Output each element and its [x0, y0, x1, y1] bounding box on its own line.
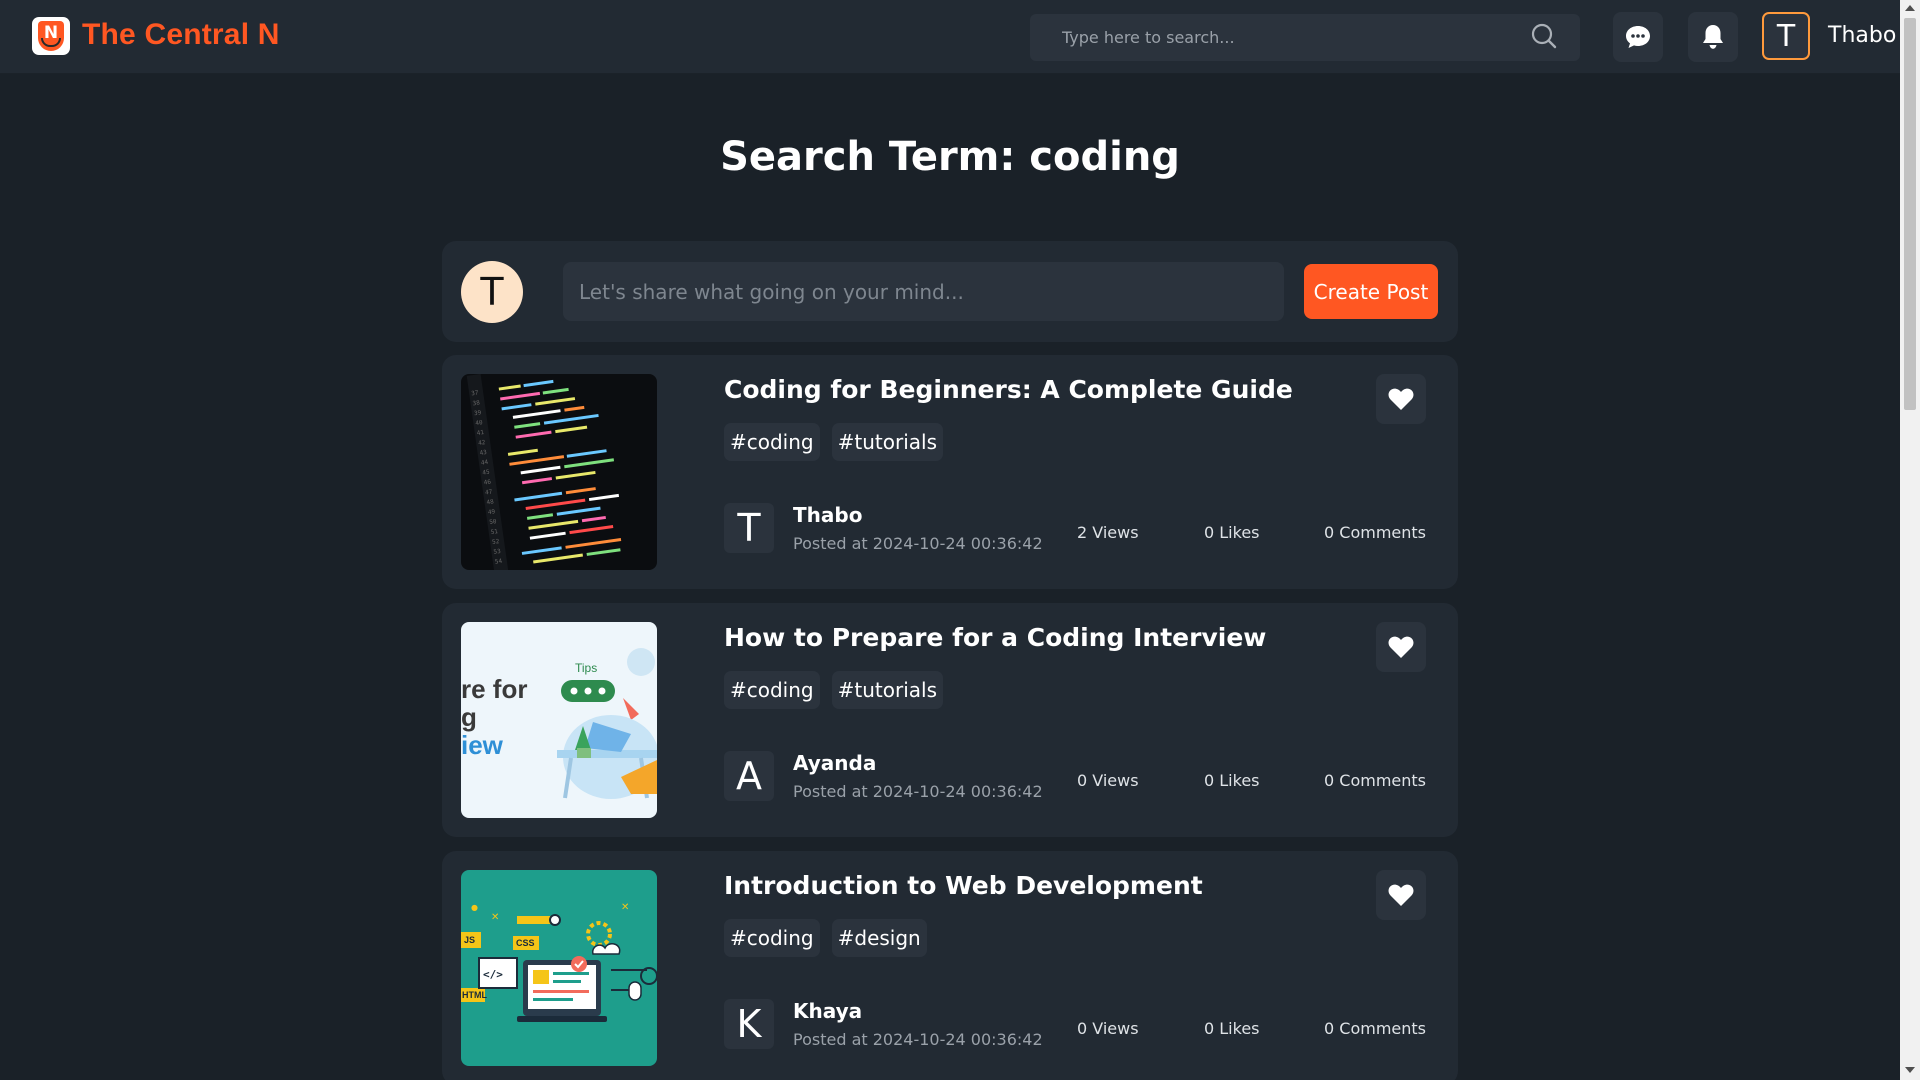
- views-count: 2 Views: [1077, 523, 1139, 542]
- tag-list: #coding #tutorials: [724, 423, 943, 461]
- search-input[interactable]: [1030, 14, 1510, 61]
- svg-text:49: 49: [487, 508, 496, 516]
- post-title[interactable]: Coding for Beginners: A Complete Guide: [724, 375, 1293, 404]
- posted-at: Posted at 2024-10-24 00:36:42: [793, 534, 1043, 553]
- svg-text:iew: iew: [461, 730, 504, 760]
- likes-count: 0 Likes: [1204, 1019, 1260, 1038]
- comments-count[interactable]: 0 Comments: [1324, 523, 1426, 542]
- svg-text:50: 50: [489, 518, 498, 526]
- svg-text:51: 51: [490, 528, 499, 536]
- page-title: Search Term: coding: [720, 134, 1180, 180]
- tag[interactable]: #tutorials: [831, 671, 943, 709]
- svg-text:</>: </>: [483, 968, 503, 981]
- heart-icon: [1388, 884, 1414, 906]
- likes-count: 0 Likes: [1204, 771, 1260, 790]
- svg-text:✕: ✕: [621, 902, 629, 913]
- author-name[interactable]: Ayanda: [793, 751, 876, 775]
- like-button[interactable]: [1376, 870, 1426, 920]
- scroll-down-icon[interactable]: [1905, 1067, 1915, 1073]
- post-card[interactable]: JS CSS HTML </> ✕ ✕ ● Introduction to We…: [442, 851, 1458, 1080]
- scroll-thumb[interactable]: [1904, 18, 1916, 410]
- post-thumbnail[interactable]: JS CSS HTML </> ✕ ✕ ●: [461, 870, 657, 1066]
- post-input[interactable]: [563, 262, 1284, 321]
- svg-text:54: 54: [494, 558, 503, 566]
- author-name[interactable]: Khaya: [793, 999, 862, 1023]
- post-card[interactable]: 37 38 39 40 41 42 43 44 45 46 47 48 49 50 51 52 …: [442, 355, 1458, 589]
- svg-text:40: 40: [475, 419, 484, 427]
- svg-text:38: 38: [472, 399, 481, 407]
- search-icon[interactable]: [1530, 22, 1558, 50]
- messages-button[interactable]: [1613, 12, 1663, 62]
- posted-at: Posted at 2024-10-24 00:36:42: [793, 782, 1043, 801]
- post-thumbnail[interactable]: re for g iew Tips: [461, 622, 657, 818]
- views-count: 0 Views: [1077, 1019, 1139, 1038]
- heart-icon: [1388, 636, 1414, 658]
- svg-text:42: 42: [478, 439, 487, 447]
- create-post-button[interactable]: Create Post: [1304, 264, 1438, 319]
- svg-text:re for: re for: [461, 674, 527, 704]
- page-scrollbar[interactable]: [1900, 0, 1920, 1080]
- svg-text:47: 47: [485, 488, 494, 496]
- svg-text:41: 41: [476, 429, 485, 437]
- tag[interactable]: #design: [831, 919, 927, 957]
- username-label[interactable]: Thabo: [1828, 23, 1896, 48]
- like-button[interactable]: [1376, 374, 1426, 424]
- svg-text:37: 37: [471, 389, 480, 397]
- avatar[interactable]: A: [724, 751, 774, 801]
- chat-icon: [1626, 26, 1650, 48]
- svg-text:●: ●: [471, 903, 478, 912]
- svg-text:Tips: Tips: [575, 661, 597, 675]
- svg-text:46: 46: [483, 479, 492, 487]
- svg-text:JS: JS: [464, 935, 475, 945]
- posted-at: Posted at 2024-10-24 00:36:42: [793, 1030, 1043, 1049]
- svg-text:44: 44: [481, 459, 490, 467]
- logo-icon[interactable]: N: [32, 17, 70, 55]
- svg-text:✕: ✕: [491, 912, 499, 923]
- svg-text:g: g: [461, 702, 477, 732]
- author-name[interactable]: Thabo: [793, 503, 862, 527]
- tag[interactable]: #tutorials: [831, 423, 943, 461]
- post-title[interactable]: Introduction to Web Development: [724, 871, 1203, 900]
- post-thumbnail[interactable]: 37 38 39 40 41 42 43 44 45 46 47 48 49 50 51 52 …: [461, 374, 657, 570]
- scroll-up-icon[interactable]: [1905, 5, 1915, 11]
- avatar: T: [461, 261, 523, 323]
- svg-text:48: 48: [486, 498, 495, 506]
- avatar[interactable]: T: [724, 503, 774, 553]
- tag-list: #coding #design: [724, 919, 927, 957]
- views-count: 0 Views: [1077, 771, 1139, 790]
- heart-icon: [1388, 388, 1414, 410]
- svg-text:39: 39: [474, 409, 483, 417]
- svg-text:HTML: HTML: [462, 990, 487, 1000]
- notifications-button[interactable]: [1688, 12, 1738, 62]
- brand-name[interactable]: The Central N: [82, 18, 280, 52]
- tag[interactable]: #coding: [724, 423, 820, 461]
- tag[interactable]: #coding: [724, 671, 820, 709]
- comments-count[interactable]: 0 Comments: [1324, 1019, 1426, 1038]
- user-avatar[interactable]: T: [1762, 12, 1810, 60]
- top-navbar: N The Central N T Thabo: [0, 0, 1900, 74]
- comments-count[interactable]: 0 Comments: [1324, 771, 1426, 790]
- svg-text:52: 52: [492, 538, 501, 546]
- svg-text:45: 45: [482, 469, 491, 477]
- like-button[interactable]: [1376, 622, 1426, 672]
- bell-icon: [1703, 25, 1723, 49]
- tag-list: #coding #tutorials: [724, 671, 943, 709]
- svg-text:53: 53: [493, 548, 502, 556]
- post-composer: T Create Post: [442, 241, 1458, 342]
- post-card[interactable]: re for g iew Tips How to Prepare for a C…: [442, 603, 1458, 837]
- svg-text:CSS: CSS: [516, 938, 535, 948]
- post-title[interactable]: How to Prepare for a Coding Interview: [724, 623, 1266, 652]
- likes-count: 0 Likes: [1204, 523, 1260, 542]
- search-bar: [1030, 14, 1580, 61]
- tag[interactable]: #coding: [724, 919, 820, 957]
- avatar[interactable]: K: [724, 999, 774, 1049]
- svg-text:43: 43: [479, 449, 488, 457]
